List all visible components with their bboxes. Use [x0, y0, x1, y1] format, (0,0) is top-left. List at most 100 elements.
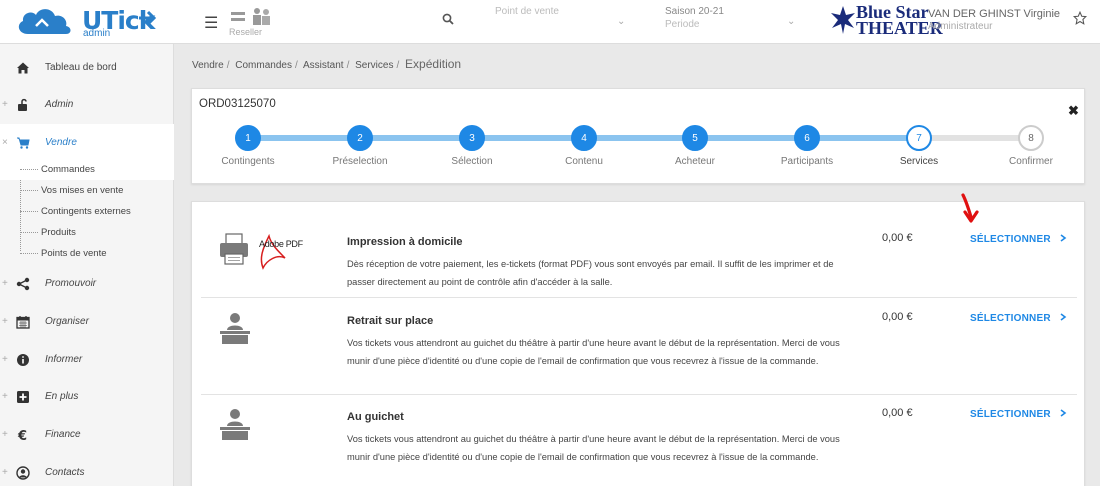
- expand-plus-icon: +: [2, 99, 8, 110]
- step-label: Services: [899, 156, 939, 167]
- sidebar-item-label: Vendre: [45, 137, 77, 148]
- user-role: Administrateur: [928, 21, 993, 32]
- printer-pdf-icon: Adobe PDF: [219, 232, 305, 277]
- share-icon: [16, 277, 30, 291]
- step-label: Contenu: [565, 156, 603, 167]
- step-preselection[interactable]: 2 Préselection: [315, 125, 405, 167]
- sidebar-item-en-plus[interactable]: + En plus: [0, 378, 174, 416]
- chevron-right-icon: [1060, 409, 1067, 417]
- sidebar-item-contacts[interactable]: + Contacts: [0, 454, 174, 486]
- select-button-label: SÉLECTIONNER: [970, 409, 1051, 420]
- step-label: Sélection: [451, 156, 493, 167]
- sidebar-item-organiser[interactable]: + Organiser: [0, 303, 174, 341]
- step-contenu[interactable]: 4 Contenu: [539, 125, 629, 167]
- cloud-icon: [18, 9, 71, 34]
- point-de-vente-select[interactable]: Point de vente ⌄: [495, 6, 627, 38]
- select-service-button[interactable]: SÉLECTIONNER: [970, 313, 1067, 324]
- step-services[interactable]: 7 Services: [874, 125, 964, 167]
- sidebar-item-vendre[interactable]: × Vendre: [0, 124, 174, 162]
- close-icon[interactable]: ✖: [1068, 103, 1079, 119]
- saison-value: Saison 20-21: [665, 6, 724, 17]
- sidebar-item-informer[interactable]: + Informer: [0, 341, 174, 379]
- point-de-vente-placeholder: Point de vente: [495, 6, 559, 17]
- services-panel: Adobe PDF Impression à domicile Dès réce…: [191, 201, 1085, 486]
- chevron-right-icon: [1060, 234, 1067, 242]
- step-label: Contingents: [221, 156, 275, 167]
- sidebar-item-label: Promouvoir: [45, 278, 97, 289]
- search-icon[interactable]: [442, 12, 454, 30]
- step-acheteur[interactable]: 5 Acheteur: [650, 125, 740, 167]
- plus-square-icon: [17, 391, 29, 403]
- adobe-pdf-label: Adobe PDF: [259, 239, 303, 249]
- saison-sub: Periode: [665, 19, 700, 30]
- sidebar-item-promouvoir[interactable]: + Promouvoir: [0, 265, 174, 303]
- theater-logo: Blue Star THEATER: [830, 3, 943, 39]
- service-description: Vos tickets vous attendront au guichet d…: [347, 338, 840, 366]
- sidebar-item-admin[interactable]: + Admin: [0, 86, 174, 124]
- step-number: 7: [906, 125, 932, 151]
- hamburger-icon[interactable]: ☰: [204, 13, 218, 33]
- step-participants[interactable]: 6 Participants: [762, 125, 852, 167]
- step-label: Confirmer: [1009, 156, 1053, 167]
- sidebar-item-finance[interactable]: + € Finance: [0, 416, 174, 454]
- sidebar-subitem-mises-en-vente[interactable]: Vos mises en vente: [0, 180, 174, 201]
- select-service-button[interactable]: SÉLECTIONNER: [970, 234, 1067, 245]
- sidebar-subitem-contingents-externes[interactable]: Contingents externes: [0, 201, 174, 222]
- top-header: UTick admin ☰ Reseller Point de vente ⌄ …: [0, 0, 1100, 44]
- reseller-icon: [231, 8, 270, 25]
- service-description: Dès réception de votre paiement, les e-t…: [347, 259, 834, 287]
- service-price: 0,00 €: [882, 407, 913, 419]
- saison-select[interactable]: Saison 20-21 Periode ⌄: [665, 6, 797, 38]
- breadcrumb-vendre[interactable]: Vendre: [192, 60, 224, 71]
- sidebar-item-label: Tableau de bord: [45, 62, 117, 73]
- step-contingents[interactable]: 1 Contingents: [203, 125, 293, 167]
- expand-plus-icon: +: [2, 429, 8, 440]
- service-title: Au guichet: [347, 411, 404, 423]
- counter-desk-icon: [220, 408, 250, 445]
- utick-logo[interactable]: UTick admin: [14, 4, 157, 40]
- sidebar-item-tableau-de-bord[interactable]: Tableau de bord: [0, 49, 174, 87]
- reseller-label: Reseller: [229, 27, 263, 37]
- service-price: 0,00 €: [882, 232, 913, 244]
- step-number: 5: [682, 125, 708, 151]
- user-menu[interactable]: VAN DER GHINST Virginie Administrateur: [928, 8, 1060, 32]
- step-number: 6: [794, 125, 820, 151]
- reseller-switch[interactable]: Reseller: [229, 7, 275, 39]
- vendre-submenu: Commandes Vos mises en vente Contingents…: [0, 159, 174, 264]
- sidebar-item-label: Contacts: [45, 467, 85, 478]
- cart-icon: [17, 137, 30, 149]
- red-annotation-arrow-icon: [957, 193, 983, 230]
- chevron-down-icon: ⌄: [617, 16, 626, 27]
- breadcrumb-commandes[interactable]: Commandes: [235, 60, 292, 71]
- expand-plus-icon: +: [2, 354, 8, 365]
- step-number: 1: [235, 125, 261, 151]
- breadcrumb-current: Expédition: [405, 57, 462, 71]
- counter-desk-icon: [220, 312, 250, 349]
- order-id: ORD03125070: [199, 98, 276, 110]
- sidebar-subitem-commandes[interactable]: Commandes: [0, 159, 174, 180]
- arrow-right-icon: [139, 10, 157, 26]
- sidebar-item-label: Informer: [45, 354, 83, 365]
- step-confirmer[interactable]: 8 Confirmer: [986, 125, 1076, 167]
- expand-plus-icon: +: [2, 278, 8, 289]
- step-label: Préselection: [332, 156, 388, 167]
- info-icon: [17, 354, 29, 366]
- star-logo-icon: [831, 6, 855, 34]
- logo-subtitle: admin: [83, 28, 111, 39]
- order-wizard: ORD03125070 ✖ 1 Contingents 2 Préselecti…: [191, 88, 1085, 184]
- sidebar-subitem-points-de-vente[interactable]: Points de vente: [0, 243, 174, 264]
- breadcrumb-assistant[interactable]: Assistant: [303, 60, 344, 71]
- select-button-label: SÉLECTIONNER: [970, 234, 1051, 245]
- sidebar-item-label: Admin: [45, 99, 74, 110]
- star-icon[interactable]: [1072, 10, 1088, 30]
- collapse-minus-icon: ×: [2, 137, 8, 148]
- service-title: Impression à domicile: [347, 236, 463, 248]
- service-description: Vos tickets vous attendront au guichet d…: [347, 434, 840, 462]
- breadcrumb-services[interactable]: Services: [355, 60, 393, 71]
- step-selection[interactable]: 3 Sélection: [427, 125, 517, 167]
- step-number: 8: [1018, 125, 1044, 151]
- sidebar-subitem-produits[interactable]: Produits: [0, 222, 174, 243]
- euro-icon: €: [17, 429, 27, 442]
- select-service-button[interactable]: SÉLECTIONNER: [970, 409, 1067, 420]
- expand-plus-icon: +: [2, 391, 8, 402]
